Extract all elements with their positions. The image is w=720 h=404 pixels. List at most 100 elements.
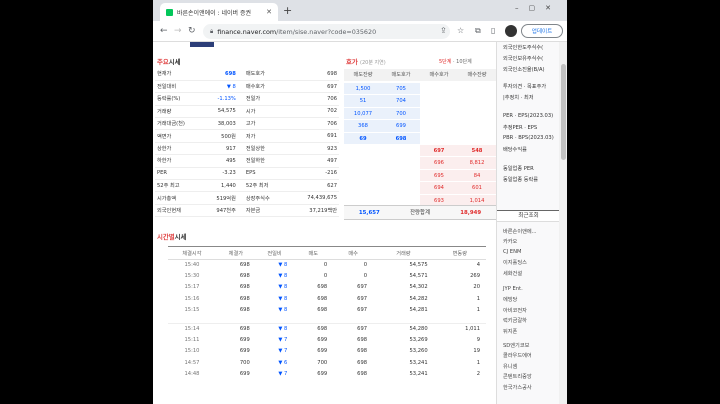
browser-tab[interactable]: 바른손이앤에이 : 네이버 증권 ✕ — [160, 3, 278, 21]
sidebar-item[interactable]: 외국인소진율(B/A) — [503, 66, 545, 73]
table-row: 15:16 698 ▼ 8 698 697 54,282 1 — [168, 293, 486, 304]
buy-qty: 548 — [471, 148, 483, 154]
recent-item-link[interactable]: 뒤지폰 — [503, 328, 517, 335]
sidebar-item[interactable]: 동일업종 등락률 — [503, 176, 538, 183]
quote-value: 706 — [288, 92, 339, 106]
reload-icon[interactable]: ↻ — [188, 26, 196, 36]
quote-value: 702 — [288, 105, 339, 119]
quote-value: 697 — [288, 80, 339, 94]
time-cell: 699 — [239, 348, 250, 355]
time-cell: 54,575 — [409, 262, 428, 269]
time-header-cell: 체결가 — [215, 246, 256, 260]
hoga-header-cell: 매수호가 — [429, 72, 449, 78]
sidebar-item[interactable]: 외국인한도주식수( — [503, 44, 543, 51]
address-bar: ← → ↻ 🔒︎ finance.naver.com/item/sise.nav… — [153, 21, 567, 42]
hoga-5-step-link[interactable]: 5단계 — [439, 59, 451, 65]
buy-order-row: 697 548 — [420, 145, 496, 158]
recent-item-link[interactable]: 이지홀딩스 — [503, 259, 527, 266]
time-cell: 14:48 — [184, 370, 200, 377]
buy-order-row: 696 8,812 — [420, 157, 496, 170]
quote-label: 거래대금(천) — [155, 117, 203, 131]
time-header-cell: 거래량 — [373, 246, 434, 260]
recent-item-link[interactable]: 유니셈 — [503, 363, 517, 370]
time-cell: 1 — [476, 306, 480, 313]
sell-order-row: 51 704 — [344, 95, 420, 108]
sidebar-item[interactable]: 동일업종 PER — [503, 165, 534, 172]
recent-item-link[interactable]: 콜라우드에어 — [503, 352, 532, 359]
scrollbar[interactable] — [559, 42, 567, 404]
time-cell: 54,302 — [409, 284, 428, 291]
recent-item-link[interactable]: 에빙당 — [503, 296, 517, 303]
quote-value: 74,439,675 — [288, 191, 339, 205]
quote-row: 거래대금(천) 38,003 고가 706 — [155, 117, 339, 131]
recent-item-link[interactable]: SD엔기코보 — [503, 342, 529, 349]
time-cell: 15:17 — [184, 284, 200, 291]
sidebar-item[interactable]: 배당수익률 — [503, 146, 527, 153]
recent-item-link[interactable]: 아비코전자 — [503, 307, 527, 314]
recent-item-link[interactable]: 카카오 — [503, 238, 517, 245]
sidebar-item[interactable]: 외국인보유주식수( — [503, 55, 543, 62]
time-cell: 0 — [363, 262, 368, 269]
share-icon[interactable]: ⇪ — [440, 26, 447, 35]
sell-order-row: 1,500 705 — [344, 83, 420, 96]
close-tab-icon[interactable]: ✕ — [266, 8, 272, 16]
quote-value: 54,575 — [202, 105, 238, 119]
time-cell: 0 — [323, 273, 328, 280]
recent-item-link[interactable]: 럭키금갈하 — [503, 317, 527, 324]
buy-price: 695 — [434, 172, 444, 179]
recent-item-link[interactable]: 한국가스공사 — [503, 384, 532, 391]
time-cell: 15:14 — [184, 326, 200, 333]
time-cell: 697 — [357, 326, 368, 333]
recent-item-link[interactable]: 콘텐트리중앙 — [503, 373, 532, 380]
window-controls[interactable]: –▢✕ — [515, 4, 561, 12]
quote-value: -216 — [288, 167, 339, 181]
quote-label: 전일가 — [237, 92, 289, 106]
page-content: 주요시세 현재가 698 매도호가 698 전일대비 ▼ 8 매수호가 697 등락률(%) -1… — [153, 42, 567, 404]
profile-avatar[interactable] — [505, 25, 517, 37]
hoga-header-cell: 매수잔량 — [467, 72, 487, 78]
update-button[interactable]: 업데이트 — [521, 24, 563, 38]
back-icon[interactable]: ← — [160, 26, 168, 36]
hoga-header: 매도잔량 매도호가 매수호가 매수잔량 — [344, 69, 496, 81]
time-cell: 19 — [473, 348, 480, 355]
sidebar-item[interactable]: PER · EPS(2023.03) — [503, 113, 553, 119]
quote-label: 매도호가 — [237, 68, 289, 81]
sidepanel-icon[interactable]: ▯ — [491, 26, 495, 35]
sidebar-item[interactable]: |추정치 · 최저 — [503, 94, 534, 101]
star-icon[interactable]: ☆ — [457, 26, 464, 35]
time-cell: 53,260 — [409, 348, 428, 355]
extensions-icon[interactable]: ⧉ — [475, 26, 481, 36]
time-cell: ▼ 8 — [278, 326, 288, 333]
recent-item-link[interactable]: JYP Ent. — [503, 286, 523, 292]
recent-item-link[interactable]: 바른손이앤에... — [503, 228, 537, 235]
time-cell: 15:10 — [184, 348, 200, 355]
hoga-10-step-link[interactable]: 10단계 — [456, 59, 472, 65]
url-field[interactable]: 🔒︎ finance.naver.com/item/sise.naver?cod… — [203, 24, 450, 39]
quote-value: -3.23 — [202, 167, 238, 181]
table-row: 15:17 698 ▼ 8 698 697 54,302 20 — [168, 282, 486, 293]
recent-item-link[interactable]: CJ ENM — [503, 249, 521, 255]
new-tab-icon[interactable]: + — [283, 4, 292, 17]
quote-value: 627 — [288, 179, 339, 193]
buy-qty: 601 — [472, 185, 482, 192]
time-cell: 54,281 — [409, 306, 428, 313]
sidebar-item[interactable]: PBR · BPS(2023.03) — [503, 135, 554, 141]
recent-item-link[interactable]: 세화건설 — [503, 270, 522, 277]
time-table-header: 체결시각 체결가 전일비 매도 매수 거래량 변동량 — [168, 246, 486, 260]
sell-order-row: 69 698 — [344, 132, 420, 145]
time-cell: 54,282 — [409, 295, 428, 302]
url-host: finance.naver.com — [217, 27, 277, 36]
table-row: 14:57 700 ▼ 6 700 698 53,241 1 — [168, 357, 486, 368]
forward-icon[interactable]: → — [174, 26, 182, 36]
sidebar-item[interactable]: 투자의견 · 목표주가 — [503, 83, 546, 90]
time-cell: 15:40 — [184, 262, 200, 269]
time-cell: 698 — [239, 273, 250, 280]
scrollbar-thumb[interactable] — [561, 64, 566, 160]
sidebar-item[interactable]: 추정PER · EPS — [503, 124, 537, 131]
buy-orders: 697 548 696 8,812 695 84 694 601 693 1,014 — [420, 145, 496, 207]
table-row: 15:14 698 ▼ 8 698 697 54,280 1,011 — [168, 323, 486, 334]
table-row: 15:30 698 ▼ 8 0 0 54,571 269 — [168, 271, 486, 282]
quote-value: 706 — [288, 117, 339, 131]
time-header-cell: 체결시각 — [168, 246, 216, 260]
quote-row: 52주 최고 1,440 52주 최저 627 — [155, 179, 339, 193]
